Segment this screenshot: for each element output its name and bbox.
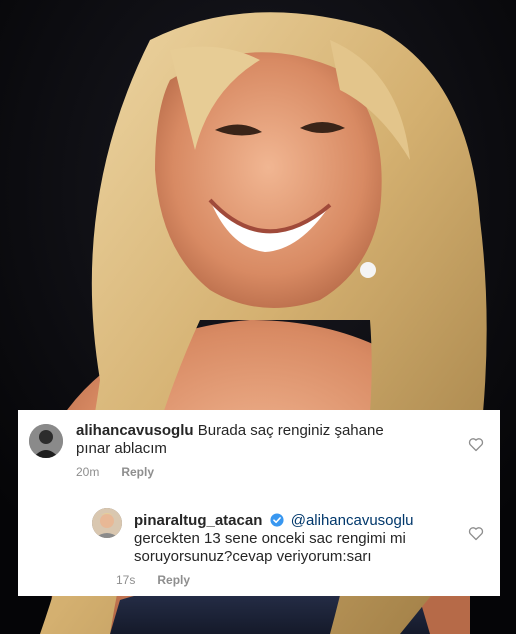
heart-outline-icon[interactable] [468,437,484,452]
avatar[interactable] [29,424,63,458]
reply-button[interactable]: Reply [157,573,190,587]
profile-photo-icon [92,508,122,538]
comment-meta: 17s Reply [116,573,190,587]
verified-badge-icon [269,513,284,527]
avatar[interactable] [92,508,122,538]
reply-text: pinaraltug_atacan @alihancavusoglu gerce… [134,512,434,566]
comment-timestamp: 20m [76,465,100,479]
mention-link[interactable]: @alihancavusoglu [291,512,414,529]
comment-username[interactable]: pinaraltug_atacan [134,512,262,529]
comment-meta: 20m Reply [76,465,154,479]
comment-body: gercekten 13 sene onceki sac rengimi mi … [134,530,406,565]
comment-text: alihancavusoglu Burada saç renginiz şaha… [76,422,406,458]
comment-username[interactable]: alihancavusoglu [76,422,194,439]
heart-outline-icon[interactable] [468,526,484,541]
reply-button[interactable]: Reply [121,465,154,479]
comments-card: alihancavusoglu Burada saç renginiz şaha… [18,410,500,596]
comment-timestamp: 17s [116,573,136,587]
profile-photo-icon [29,424,63,458]
